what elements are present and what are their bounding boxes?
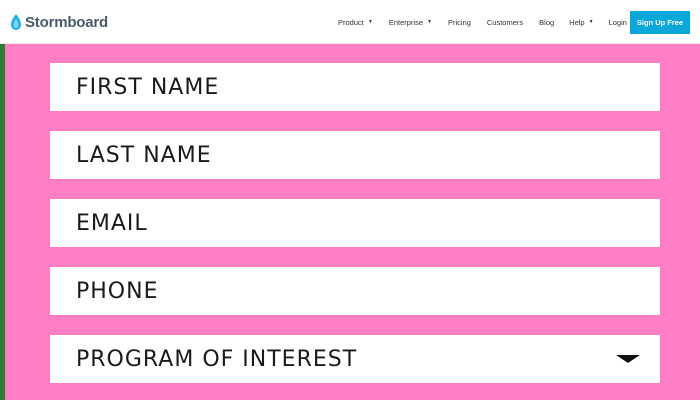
nav-item-product[interactable]: Product ▼ [338,18,373,27]
last-name-field[interactable]: LAST NAME [50,131,660,179]
stormboard-logo-icon [11,14,21,30]
nav-item-blog[interactable]: Blog [539,18,554,27]
brand-logo[interactable]: Stormboard [9,12,108,32]
phone-placeholder: PHONE [76,278,159,304]
first-name-placeholder: FIRST NAME [76,74,220,100]
caret-down-icon: ▼ [367,19,373,25]
dropdown-arrow-icon[interactable] [616,355,640,363]
nav-item-pricing[interactable]: Pricing [448,18,471,27]
caret-down-icon: ▼ [427,19,432,25]
nav-item-label: Product [338,17,364,27]
nav-item-label: Enterprise [388,17,423,27]
sign-up-button[interactable]: Sign Up Free [630,11,690,34]
program-of-interest-placeholder: PROGRAM OF INTEREST [76,346,358,372]
email-placeholder: EMAIL [76,210,148,236]
nav-item-enterprise[interactable]: Enterprise ▼ [389,18,432,27]
email-field[interactable]: EMAIL [50,199,660,247]
nav-item-help[interactable]: Help ▼ [569,18,593,27]
left-edge-strip [0,44,5,400]
nav-item-label: Blog [539,17,555,27]
program-of-interest-select[interactable]: PROGRAM OF INTEREST [50,335,660,383]
brand-name: Stormboard [25,13,109,31]
last-name-placeholder: LAST NAME [76,142,212,168]
nav-item-label: Help [569,17,585,27]
first-name-field[interactable]: FIRST NAME [50,63,660,111]
nav-item-customers[interactable]: Customers [487,18,523,27]
phone-field[interactable]: PHONE [50,267,660,315]
main-nav: Product ▼ Enterprise ▼ Pricing Customers… [338,0,637,44]
nav-item-label: Pricing [447,17,471,27]
top-navbar: Stormboard Product ▼ Enterprise ▼ Pricin… [0,0,700,44]
nav-item-label: Customers [486,17,524,27]
caret-down-icon: ▼ [588,19,594,25]
